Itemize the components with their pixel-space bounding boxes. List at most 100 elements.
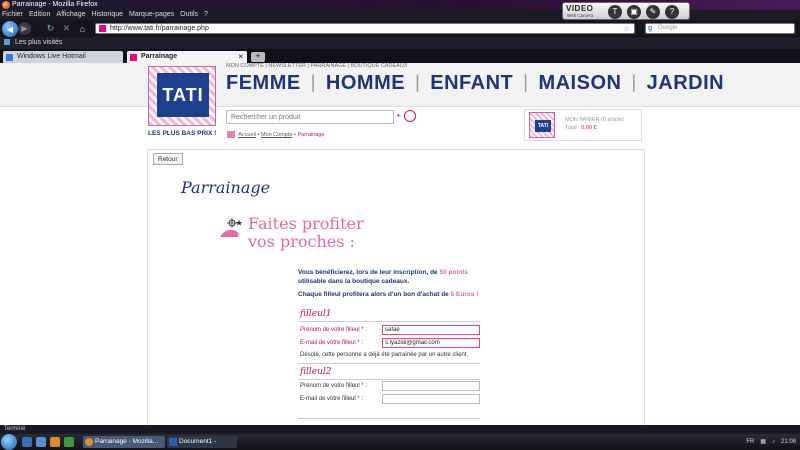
filleul1-email-label: E-mail de votre filleul * : (300, 340, 363, 346)
page-viewport: TATI MON COMPTE | NEWSLETTER | PARRAINAG… (0, 63, 800, 425)
filleul2-first-name-input[interactable] (382, 381, 480, 391)
filleul1-error-message: Désolé, cette personne a déjà été parrai… (300, 352, 469, 358)
intro1-points: 50 points (439, 269, 469, 276)
volume-icon[interactable]: ♪ (772, 434, 775, 450)
menu-marque-pages[interactable]: Marque-pages (129, 10, 174, 20)
tati-logo-text: TATI (157, 73, 209, 117)
clock[interactable]: 21:08 (781, 434, 796, 450)
filleul2-first-name-label: Prénom de votre filleul * : (300, 383, 367, 389)
search-go-icon[interactable] (404, 110, 416, 122)
start-button[interactable] (1, 434, 17, 450)
label-colon: : (359, 396, 364, 402)
tab-parrainage[interactable]: Parrainage × (127, 51, 247, 63)
url-text: http://www.tati.fr/parrainage.php (110, 25, 209, 32)
nav-separator: | (523, 72, 529, 92)
page-title: Parrainage (181, 178, 271, 197)
label-text: Prénom de votre filleul (300, 327, 360, 333)
search-engine-box[interactable]: g Google (645, 23, 795, 34)
filleul-separator (298, 418, 480, 419)
bookmarks-bar: Les plus visités (0, 37, 800, 49)
home-icon[interactable]: ⌂ (76, 22, 89, 35)
tab-hotmail[interactable]: Windows Live Hotmail (3, 51, 123, 63)
menu-historique[interactable]: Historique (91, 10, 123, 20)
promo-heading-line2: vos proches : (248, 232, 355, 251)
webcam-help-icon[interactable]: ? (665, 5, 679, 19)
nav-separator: | (631, 72, 637, 92)
top-links[interactable]: MON COMPTE | NEWSLETTER | PARRAINAGE | B… (226, 63, 407, 69)
breadcrumb-account[interactable]: Mon Compte (261, 132, 293, 138)
parrainage-content: Retour Parrainage Faites profiter vos pr… (147, 149, 645, 425)
site-tagline: LES PLUS BAS PRIX ! (148, 130, 217, 137)
network-icon[interactable]: ▦ (760, 434, 766, 450)
reload-icon[interactable]: ↻ (44, 22, 57, 35)
breadcrumb: Accueil • Mon Compte • Parrainage (227, 131, 324, 138)
search-bullet: • (397, 111, 400, 120)
video-logo: VIDEO (566, 4, 594, 13)
intro1-part-a: Vous bénéficierez, lors de leur inscript… (298, 269, 440, 276)
language-indicator[interactable]: FR (746, 434, 754, 450)
filleul1-email-input[interactable] (382, 338, 480, 348)
webcam-tools-icon[interactable]: ✎ (646, 5, 660, 19)
nav-femme[interactable]: FEMME (226, 72, 301, 95)
url-bar[interactable]: http://www.tati.fr/parrainage.php ☆ (95, 23, 635, 34)
bookmark-star-icon[interactable]: ☆ (623, 24, 630, 33)
show-desktop-icon[interactable] (22, 437, 32, 447)
taskbar-firefox-label: Parrainage - Mozilla... (95, 438, 159, 445)
label-text: E-mail de votre filleul (300, 396, 356, 402)
switch-windows-icon[interactable] (36, 437, 46, 447)
taskbar-firefox[interactable]: Parrainage - Mozilla... (83, 436, 165, 448)
filleul1-title: filleul1 (300, 309, 332, 319)
cart-icon: TATI (529, 112, 555, 138)
filleul2-title: filleul2 (300, 367, 332, 377)
breadcrumb-home[interactable]: Accueil (238, 132, 256, 138)
taskbar-word[interactable]: Document1 - Micro... (167, 436, 237, 448)
filleul-separator (298, 363, 480, 364)
label-text: Prénom de votre filleul (300, 383, 360, 389)
sparkle-hand-icon (220, 218, 242, 237)
intro2-part-a: Chaque filleul profitera alors d'un bon … (298, 291, 451, 298)
forward-button[interactable]: ▶ (18, 22, 31, 35)
windows-taskbar: Parrainage - Mozilla... Document1 - Micr… (0, 434, 800, 450)
bookmark-most-visited[interactable]: Les plus visités (15, 39, 62, 46)
product-search-input[interactable] (226, 110, 394, 124)
taskbar-word-label: Document1 - Micro... (179, 438, 217, 445)
tab-bar: Windows Live Hotmail Parrainage × + (0, 49, 800, 63)
search-engine-placeholder: Google (658, 25, 678, 31)
filleul1-separator (298, 321, 480, 322)
nav-jardin[interactable]: JARDIN (647, 72, 724, 95)
breadcrumb-current: Parrainage (297, 131, 325, 138)
tab-close-icon[interactable]: × (238, 51, 243, 63)
menu-affichage[interactable]: Affichage (56, 10, 85, 20)
label-colon: : (359, 340, 364, 346)
menu-edition[interactable]: Edition (29, 10, 50, 20)
nav-enfant[interactable]: ENFANT (430, 72, 513, 95)
cart-total-label: Total : (565, 125, 580, 131)
tati-logo[interactable]: TATI (148, 66, 216, 126)
home-breadcrumb-icon[interactable] (227, 131, 235, 138)
messenger-quicklaunch-icon[interactable] (64, 437, 74, 447)
filleul2-email-input[interactable] (382, 394, 480, 404)
cart-box[interactable]: TATI MON PANIER (0 article) Total : 0,00… (524, 109, 642, 141)
nav-maison[interactable]: MAISON (538, 72, 621, 95)
menu-help[interactable]: ? (204, 10, 208, 20)
cart-total: Total : 0,00 € (565, 125, 597, 131)
video-webcam-widget: VIDEO Web Camera T ▣ ✎ ? (562, 2, 690, 20)
back-button[interactable]: ◀ (2, 21, 18, 37)
webcam-text-icon[interactable]: T (608, 5, 622, 19)
filleul2-separator (298, 379, 480, 380)
filleul1-first-name-input[interactable] (382, 325, 480, 335)
video-subtitle: Web Camera (567, 13, 594, 18)
label-colon: : (363, 327, 368, 333)
back-link-button[interactable]: Retour (153, 153, 183, 165)
cart-title: MON PANIER (0 article) (565, 117, 624, 123)
menu-fichier[interactable]: Fichier (2, 10, 23, 20)
nav-homme[interactable]: HOMME (326, 72, 405, 95)
firefox-quicklaunch-icon[interactable] (50, 437, 60, 447)
tab-label: Windows Live Hotmail (17, 53, 86, 60)
new-tab-button[interactable]: + (251, 52, 265, 62)
webcam-camera-icon[interactable]: ▣ (627, 5, 641, 19)
window-title: Parrainage - Mozilla Firefox (12, 1, 98, 8)
menu-outils[interactable]: Outils (180, 10, 198, 20)
stop-icon[interactable]: ✕ (60, 22, 73, 35)
google-icon: g (648, 25, 653, 32)
